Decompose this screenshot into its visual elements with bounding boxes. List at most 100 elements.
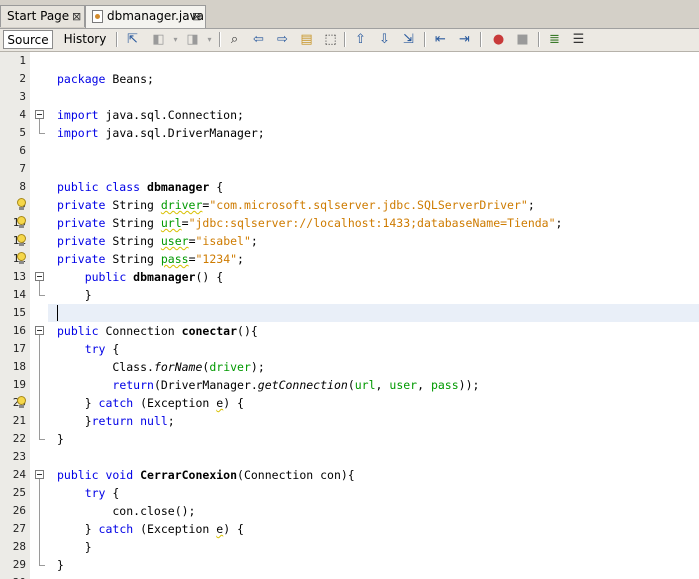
- code-token: public: [57, 324, 106, 338]
- tab-dbmanager-java[interactable]: dbmanager.java ⊠: [85, 5, 206, 28]
- code-line[interactable]: private String user="isabel";: [57, 232, 258, 250]
- code-line[interactable]: private String pass="1234";: [57, 250, 244, 268]
- code-line[interactable]: public Connection conectar(){: [57, 322, 258, 340]
- start-macro-icon[interactable]: ●: [490, 31, 507, 48]
- find-icon[interactable]: ⌕: [226, 31, 243, 48]
- code-line[interactable]: try {: [57, 340, 120, 358]
- code-token: =: [188, 252, 196, 266]
- find-next-icon[interactable]: ⇨: [274, 31, 291, 48]
- code-token: import: [57, 108, 106, 122]
- code-token: dbmanager: [133, 270, 196, 284]
- close-icon[interactable]: ⊠: [72, 6, 81, 27]
- code-line[interactable]: } catch (Exception e) {: [57, 394, 244, 412]
- toolbar-separator: [116, 32, 118, 47]
- last-edit-icon[interactable]: ⇱: [124, 31, 141, 48]
- code-token: String: [112, 234, 161, 248]
- code-line[interactable]: public void CerrarConexion(Connection co…: [57, 466, 355, 484]
- stop-macro-icon[interactable]: ■: [514, 31, 531, 48]
- shift-left-icon[interactable]: ⇤: [432, 31, 449, 48]
- fold-end-marker: [39, 295, 45, 296]
- code-token: java.sql.Connection;: [105, 108, 244, 122]
- code-token: "1234": [195, 252, 238, 266]
- code-line[interactable]: } catch (Exception e) {: [57, 520, 244, 538]
- code-line[interactable]: import java.sql.DriverManager;: [57, 124, 265, 142]
- code-line[interactable]: private String url="jdbc:sqlserver://loc…: [57, 214, 562, 232]
- find-previous-icon[interactable]: ⇦: [250, 31, 267, 48]
- hint-lightbulb-icon[interactable]: [15, 216, 28, 230]
- fold-collapse-icon[interactable]: [35, 272, 44, 281]
- code-token: catch: [98, 396, 134, 410]
- code-line[interactable]: public dbmanager() {: [57, 268, 223, 286]
- line-number: 23: [12, 450, 26, 463]
- code-line[interactable]: public class dbmanager {: [57, 178, 223, 196]
- code-line[interactable]: }: [57, 430, 64, 448]
- previous-bookmark-icon[interactable]: ⇧: [352, 31, 369, 48]
- close-icon[interactable]: ⊠: [192, 6, 201, 27]
- code-token: }: [57, 414, 92, 428]
- toolbar-separator: [424, 32, 426, 47]
- code-token: (: [347, 378, 355, 392]
- code-token: dbmanager: [147, 180, 210, 194]
- code-token: package: [57, 72, 113, 86]
- line-number: 8: [19, 180, 26, 193]
- chevron-down-icon[interactable]: ▾: [167, 31, 184, 48]
- line-number: 16: [12, 324, 26, 337]
- code-token: conectar: [181, 324, 238, 338]
- fold-collapse-icon[interactable]: [35, 110, 44, 119]
- code-line[interactable]: try {: [57, 484, 120, 502]
- code-area[interactable]: 1 2 package Beans; 3 4 import java.sql.Connec…: [0, 52, 699, 579]
- code-token: pass: [160, 252, 189, 266]
- comment-icon[interactable]: ≣: [546, 31, 563, 48]
- line-number: 30: [0, 574, 26, 579]
- uncomment-icon[interactable]: ☰: [570, 31, 587, 48]
- history-view-button[interactable]: History: [60, 30, 110, 49]
- code-token: private: [57, 234, 113, 248]
- forward-icon[interactable]: ◨: [184, 31, 201, 48]
- code-token: public void: [57, 468, 141, 482]
- code-token: "isabel": [195, 234, 251, 248]
- code-line[interactable]: Class.forName(driver);: [57, 358, 264, 376]
- code-token: "jdbc:sqlserver://localhost:1433;databas…: [188, 216, 556, 230]
- code-line[interactable]: import java.sql.Connection;: [57, 106, 244, 124]
- tab-start-page[interactable]: Start Page ⊠: [0, 5, 85, 27]
- code-token: String: [112, 252, 161, 266]
- code-token: }: [57, 540, 92, 554]
- line-number: 2: [19, 72, 26, 85]
- code-line[interactable]: private String driver="com.microsoft.sql…: [57, 196, 535, 214]
- next-bookmark-icon[interactable]: ⇩: [376, 31, 393, 48]
- line-number: 28: [12, 540, 26, 553]
- source-view-button[interactable]: Source: [3, 30, 53, 49]
- code-line[interactable]: }: [57, 286, 92, 304]
- line-number: 21: [12, 414, 26, 427]
- code-token: private: [57, 252, 113, 266]
- code-token: Class.: [57, 360, 154, 374]
- fold-end-marker: [39, 439, 45, 440]
- fold-collapse-icon[interactable]: [35, 326, 44, 335]
- back-icon[interactable]: ◧: [150, 31, 167, 48]
- code-token: catch: [98, 522, 134, 536]
- code-token: =: [181, 216, 189, 230]
- fold-collapse-icon[interactable]: [35, 470, 44, 479]
- chevron-down-icon[interactable]: ▾: [201, 31, 218, 48]
- line-number: 5: [19, 126, 26, 139]
- code-line[interactable]: con.close();: [57, 502, 195, 520]
- code-token: ) {: [223, 396, 244, 410]
- code-line[interactable]: package Beans;: [57, 70, 154, 88]
- code-line[interactable]: }: [57, 556, 64, 574]
- code-line[interactable]: return(DriverManager.getConnection(url, …: [57, 376, 479, 394]
- toggle-highlight-icon[interactable]: ⬚: [322, 31, 339, 48]
- hint-lightbulb-icon[interactable]: [15, 252, 28, 266]
- hint-lightbulb-icon[interactable]: [15, 396, 28, 410]
- line-number: 25: [12, 486, 26, 499]
- code-line[interactable]: }return null;: [57, 412, 175, 430]
- hint-lightbulb-icon[interactable]: [15, 234, 28, 248]
- fold-guide-line: [39, 479, 40, 565]
- code-line[interactable]: }: [57, 538, 92, 556]
- toggle-bookmark-icon[interactable]: ⇲: [400, 31, 417, 48]
- find-selection-icon[interactable]: ▤: [298, 31, 315, 48]
- code-editor[interactable]: 1 2 package Beans; 3 4 import java.sql.Connec…: [0, 52, 699, 579]
- code-token: forName: [153, 360, 203, 374]
- hint-lightbulb-icon[interactable]: [15, 198, 28, 212]
- shift-right-icon[interactable]: ⇥: [456, 31, 473, 48]
